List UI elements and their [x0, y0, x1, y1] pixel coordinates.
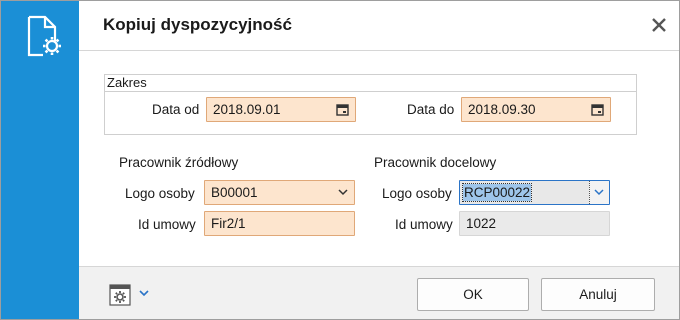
calendar-icon[interactable] — [336, 103, 349, 116]
cancel-button[interactable]: Anuluj — [541, 278, 655, 311]
document-gear-icon — [27, 15, 61, 57]
zrodlowy-umowa-label: Id umowy — [138, 217, 196, 232]
zrodlowy-logo-label: Logo osoby — [125, 186, 195, 201]
dialog-title: Kopiuj dyspozycyjność — [103, 15, 292, 34]
data-do-label: Data do — [407, 102, 455, 117]
dialog-titlebar: Kopiuj dyspozycyjność — [79, 1, 679, 51]
docelowy-logo-value: RCP00022 — [461, 183, 533, 202]
zrodlowy-logo-value: B00001 — [211, 185, 258, 200]
data-od-field[interactable]: 2018.09.01 — [206, 97, 356, 122]
dialog-content: Zakres Data od 2018.09.01 Data do 2018.0… — [79, 52, 679, 266]
data-od-label: Data od — [152, 102, 200, 117]
chevron-down-icon[interactable] — [139, 289, 149, 297]
zrodlowy-umowa-value: Fir2/1 — [211, 216, 246, 231]
pracownik-zrodlowy-header: Pracownik źródłowy — [119, 155, 239, 170]
ok-button[interactable]: OK — [417, 278, 529, 311]
zakres-group: Zakres Data od 2018.09.01 Data do 2018.0… — [104, 74, 637, 135]
close-icon[interactable] — [649, 15, 669, 35]
pracownik-docelowy-header: Pracownik docelowy — [374, 155, 497, 170]
data-od-value: 2018.09.01 — [213, 102, 281, 117]
docelowy-logo-select[interactable]: RCP00022 — [459, 180, 610, 205]
zrodlowy-umowa-field[interactable]: Fir2/1 — [204, 211, 355, 236]
data-do-field[interactable]: 2018.09.30 — [461, 97, 611, 122]
dialog-sidebar — [1, 1, 79, 319]
calendar-icon[interactable] — [591, 103, 604, 116]
copy-availability-dialog: Kopiuj dyspozycyjność Zakres Data od 201… — [0, 0, 680, 320]
zakres-group-title: Zakres — [105, 75, 636, 92]
docelowy-dropdown-button[interactable] — [589, 181, 609, 204]
docelowy-logo-label: Logo osoby — [382, 186, 452, 201]
chevron-down-icon[interactable] — [594, 188, 604, 196]
gear-icon[interactable] — [109, 284, 131, 306]
docelowy-umowa-label: Id umowy — [395, 217, 453, 232]
docelowy-umowa-field: 1022 — [459, 211, 610, 236]
zrodlowy-logo-select[interactable]: B00001 — [204, 180, 355, 205]
chevron-down-icon[interactable] — [338, 188, 348, 196]
dialog-footer: OK Anuluj — [79, 266, 679, 319]
data-do-value: 2018.09.30 — [468, 102, 536, 117]
docelowy-umowa-value: 1022 — [466, 216, 497, 231]
